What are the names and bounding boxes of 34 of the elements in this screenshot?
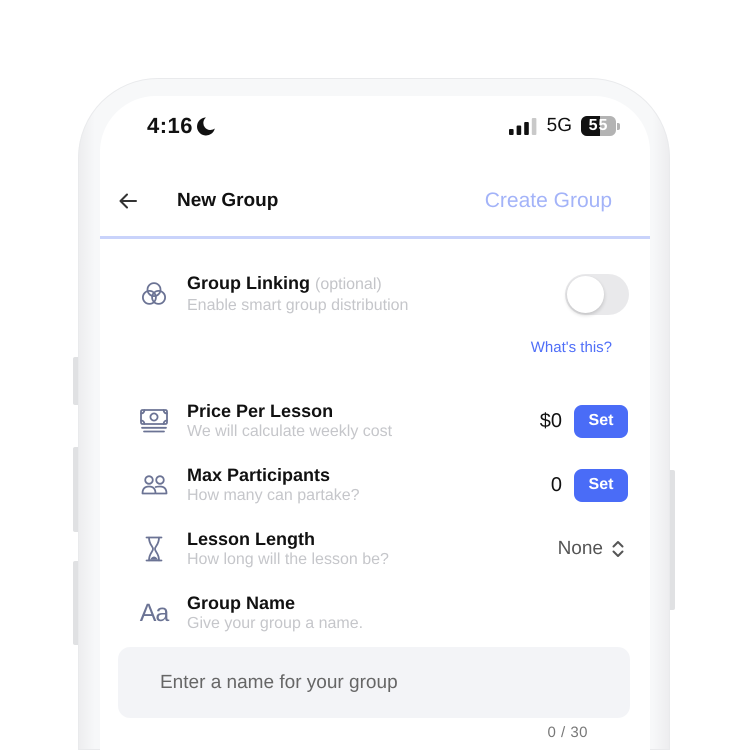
status-time: 4:16 (147, 113, 194, 139)
character-counter: 0 / 30 (547, 724, 588, 742)
setting-title: Lesson Length (187, 528, 316, 550)
toggle-switch[interactable] (565, 274, 629, 314)
value-text: 0 (550, 474, 562, 496)
setting-description: How many can partake? (187, 486, 360, 506)
font-icon: Aa (140, 600, 168, 626)
banknote-icon (140, 409, 168, 433)
network-label: 5G (546, 115, 572, 137)
value-text: $0 (540, 410, 562, 432)
circles-icon (141, 282, 167, 306)
people-icon (140, 475, 168, 495)
group-name-input[interactable]: Enter a name for your group (118, 647, 630, 718)
setting-description: How long will the lesson be? (187, 550, 389, 570)
help-link[interactable]: What's this? (530, 338, 612, 356)
dropdown-select[interactable]: None (558, 538, 624, 560)
setting-title: Price Per Lesson (187, 400, 334, 422)
setting-title: Max Participants (187, 464, 330, 486)
set-button[interactable]: Set (574, 468, 628, 502)
screen-title: New Group (177, 190, 278, 212)
signal-icon (508, 118, 537, 134)
back-button[interactable] (119, 193, 137, 209)
chevron-up-down-icon (612, 540, 624, 558)
setting-title: Group Linking (187, 272, 310, 294)
set-button[interactable]: Set (574, 404, 628, 438)
hourglass-icon (145, 536, 163, 562)
optional-label: (optional) (315, 275, 382, 295)
arrow-left-icon (119, 193, 137, 209)
setting-description: Enable smart group distribution (187, 296, 408, 316)
setting-description: We will calculate weekly cost (187, 422, 392, 442)
moon-icon (197, 116, 216, 136)
setting-title: Group Name (187, 592, 296, 614)
side-key (73, 357, 78, 405)
setting-description: Give your group a name. (187, 614, 364, 634)
